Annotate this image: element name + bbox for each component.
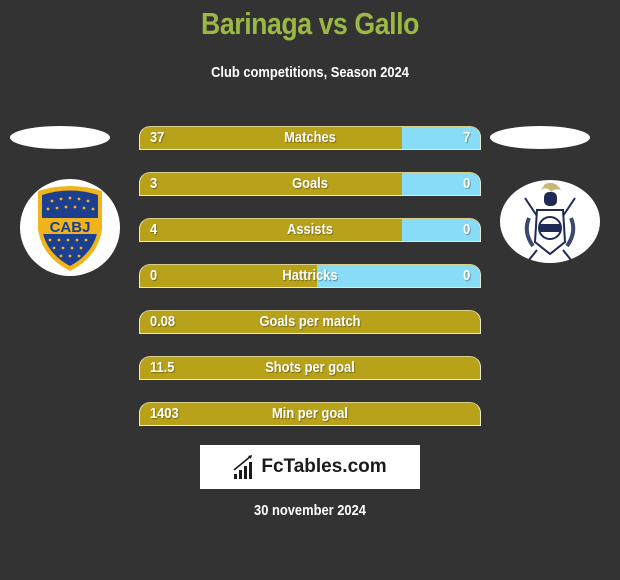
stat-label: Assists: [287, 221, 333, 238]
left-player-name-placeholder: [10, 126, 110, 149]
left-value: 3: [150, 175, 158, 192]
stat-label: Shots per goal: [265, 359, 355, 376]
left-value: 37: [150, 129, 165, 146]
gimnasia-crest-icon: [524, 182, 576, 261]
right-value: 0: [462, 221, 470, 238]
competition-subtitle: Club competitions, Season 2024: [211, 64, 409, 81]
stat-label: Min per goal: [272, 405, 348, 422]
stat-row-goals: 3 Goals 0: [139, 172, 481, 196]
stat-label: Hattricks: [282, 267, 338, 284]
right-club-crest: [500, 180, 600, 263]
stat-row-shots-per-goal: 11.5 Shots per goal: [139, 356, 481, 380]
fctables-logo[interactable]: FcTables.com: [200, 445, 420, 489]
footer-date: 30 november 2024: [254, 502, 366, 519]
brand-name: FcTables.com: [261, 456, 387, 477]
right-value: 7: [462, 129, 470, 146]
left-club-crest: CABJ: [20, 179, 120, 276]
left-value: 4: [150, 221, 158, 238]
right-player-name-placeholder: [490, 126, 590, 149]
stat-label: Matches: [284, 129, 336, 146]
stat-row-assists: 4 Assists 0: [139, 218, 481, 242]
right-value: 0: [462, 175, 470, 192]
page-title: Barinaga vs Gallo: [201, 6, 419, 41]
stat-row-goals-per-match: 0.08 Goals per match: [139, 310, 481, 334]
right-value: 0: [462, 267, 470, 284]
crest-text: CABJ: [50, 219, 91, 236]
stat-label: Goals: [292, 175, 328, 192]
stat-label: Goals per match: [259, 313, 361, 330]
boca-juniors-crest-icon: CABJ: [38, 185, 102, 271]
left-value: 0: [150, 267, 158, 284]
bar-chart-icon: [233, 455, 253, 479]
stat-row-matches: 37 Matches 7: [139, 126, 481, 150]
stat-row-min-per-goal: 1403 Min per goal: [139, 402, 481, 426]
stat-row-hattricks: 0 Hattricks 0: [139, 264, 481, 288]
